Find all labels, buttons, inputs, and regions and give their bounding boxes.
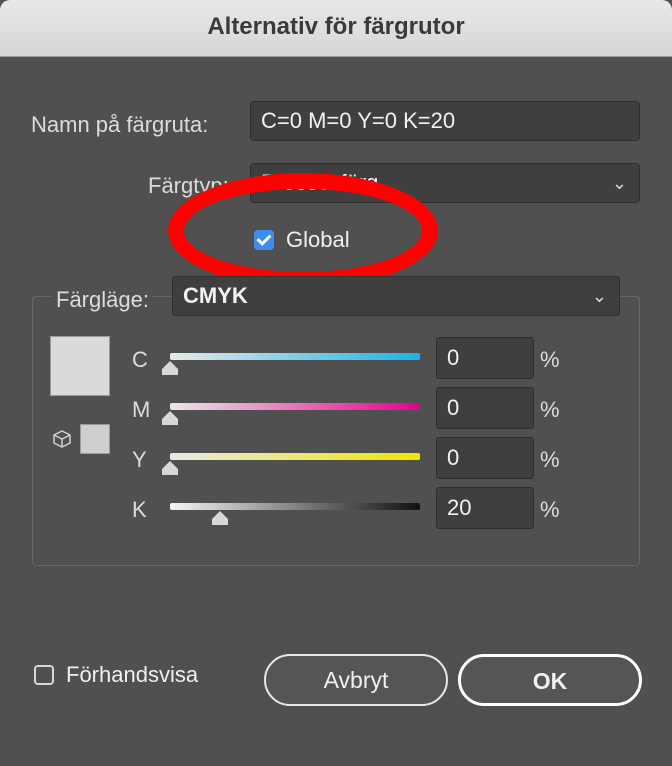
cube-icon [52, 429, 72, 449]
swatch-name-input[interactable]: C=0 M=0 Y=0 K=20 [250, 101, 640, 141]
channel-letter-m: M [132, 397, 151, 422]
black-value-input[interactable]: 20 [436, 487, 534, 529]
color-mode-value: CMYK [183, 283, 248, 308]
chevron-down-icon: ⌄ [591, 286, 607, 306]
yellow-percent-label: % [540, 447, 560, 472]
color-mode-group [32, 296, 640, 566]
yellow-value-input[interactable]: 0 [436, 437, 534, 479]
color-type-label: Färgtyp: [148, 173, 229, 198]
swatch-name-label: Namn på färgruta: [31, 112, 209, 137]
black-slider-thumb[interactable] [212, 511, 228, 525]
magenta-value-input[interactable]: 0 [436, 387, 534, 429]
cancel-button[interactable]: Avbryt [264, 654, 448, 706]
yellow-slider-track[interactable] [170, 453, 420, 460]
channel-letter-k: K [132, 497, 147, 522]
chevron-down-icon: ⌄ [611, 173, 627, 193]
magenta-slider-track[interactable] [170, 403, 420, 410]
title-bar: Alternativ för färgrutor [0, 0, 672, 57]
cyan-slider-thumb[interactable] [162, 361, 178, 375]
color-type-value: Processfärg [261, 170, 379, 195]
black-slider-track[interactable] [170, 503, 420, 510]
channel-letter-c: C [132, 347, 148, 372]
gamut-swatch[interactable] [80, 424, 110, 454]
magenta-slider-thumb[interactable] [162, 411, 178, 425]
color-type-select[interactable]: Processfärg ⌄ [250, 163, 640, 203]
magenta-percent-label: % [540, 397, 560, 422]
global-label: Global [286, 227, 350, 252]
yellow-slider-thumb[interactable] [162, 461, 178, 475]
cyan-slider-track[interactable] [170, 353, 420, 360]
black-percent-label: % [540, 497, 560, 522]
preview-checkbox[interactable] [34, 665, 54, 685]
preview-label: Förhandsvisa [66, 662, 199, 687]
color-mode-select[interactable]: CMYK ⌄ [172, 276, 620, 316]
ok-button[interactable]: OK [458, 654, 642, 706]
cyan-percent-label: % [540, 347, 560, 372]
global-checkbox[interactable] [254, 230, 274, 250]
channel-letter-y: Y [132, 447, 147, 472]
color-mode-label: Färgläge: [52, 287, 153, 313]
color-preview-swatch [50, 336, 110, 396]
cyan-value-input[interactable]: 0 [436, 337, 534, 379]
swatch-name-value: C=0 M=0 Y=0 K=20 [261, 108, 456, 133]
dialog-title: Alternativ för färgrutor [207, 13, 465, 40]
